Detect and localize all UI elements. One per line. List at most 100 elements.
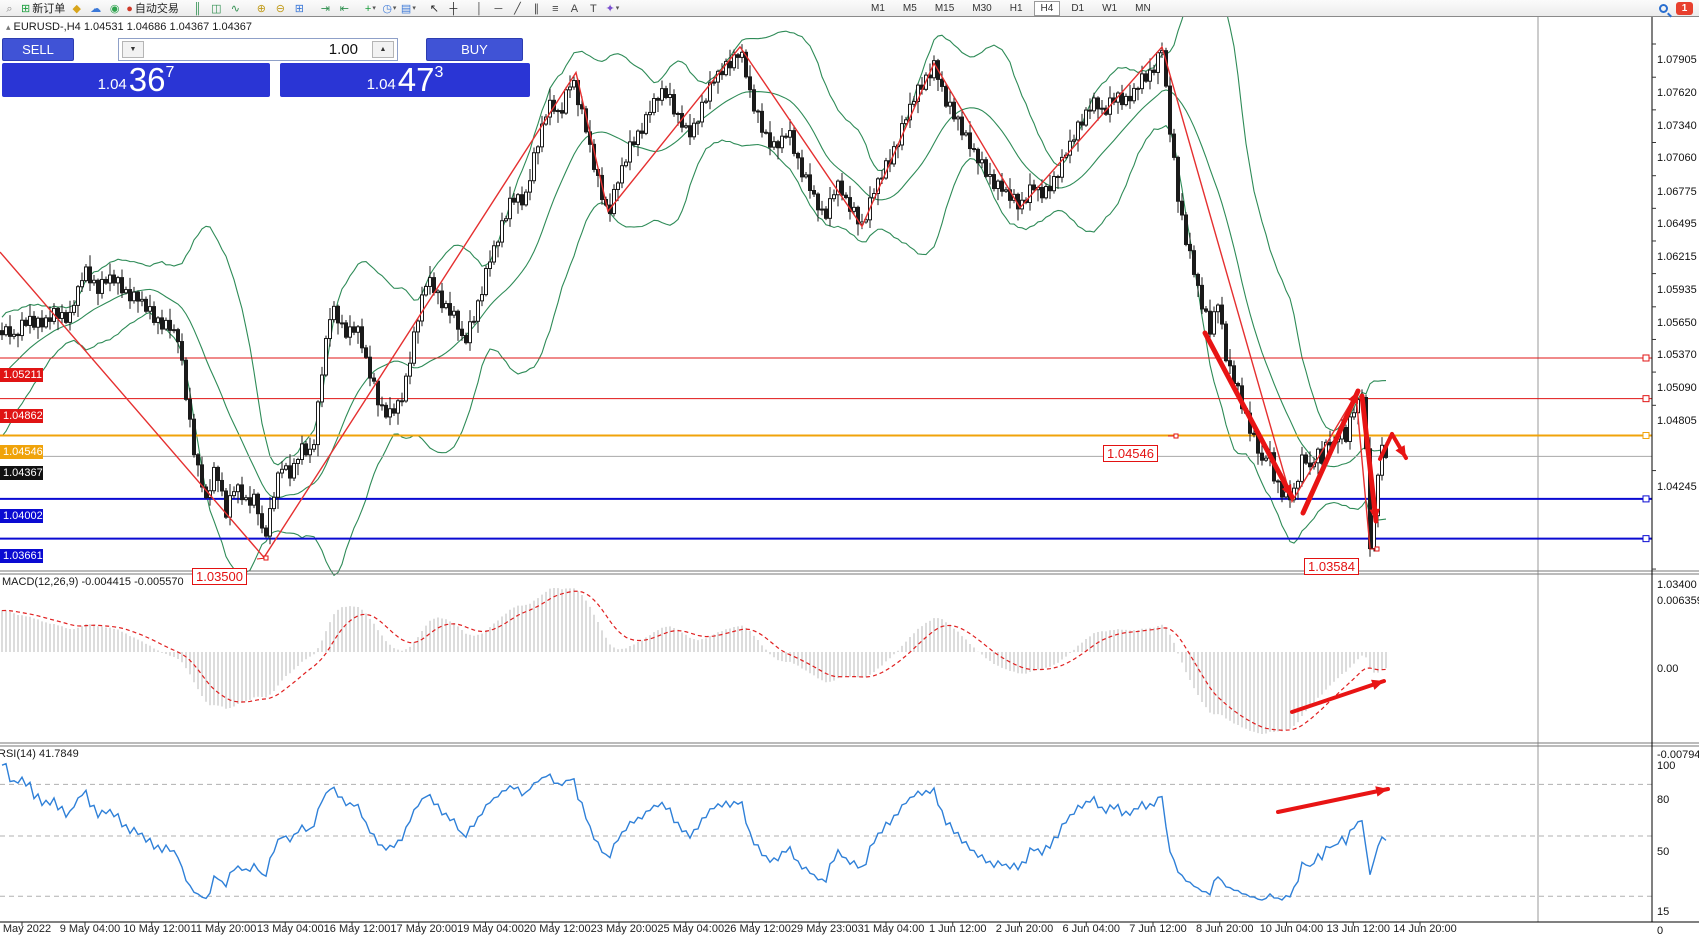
buy-button[interactable]: BUY [426,38,523,61]
timeframe-mn[interactable]: MN [1128,1,1158,16]
toolbar: ⌕⊞新订单◆☁◉●自动交易║◫∿⊕⊖⊞⇥⇤+▾◷▾▤▾↖┼│─╱∥≡AT✦▾ M… [0,0,1699,17]
auto-scroll-icon[interactable]: ⇥ [316,2,335,17]
clipped-left-icon[interactable]: ⌕ [0,2,19,17]
toolbar-utilities: 1 [1659,1,1693,16]
rsi-indicator-label: RSI(14) 41.7849 [0,748,79,760]
vertical-line-icon[interactable]: │ [470,2,489,17]
time-axis-label: 14 Jun 20:00 [1387,923,1463,935]
fibonacci-icon: ≡ [552,2,558,16]
volume-decrease-button[interactable]: ▼ [122,41,144,58]
upload-chart-icon[interactable]: ☁ [86,2,105,17]
sell-button[interactable]: SELL [2,38,74,61]
autotrading-button-label: 自动交易 [135,2,179,16]
templates-icon-dropdown[interactable]: ▾ [412,2,416,16]
tile-windows-icon[interactable]: ⊞ [290,2,309,17]
volume-value[interactable]: 1.00 [144,41,372,58]
callout-leaders [257,434,1379,560]
price-callout-label[interactable]: 1.03584 [1304,558,1359,575]
autotrading-button[interactable]: ●自动交易 [124,2,181,17]
zigzag-trendlines[interactable] [0,47,1370,557]
price-tick-label: 1.05370 [1657,349,1697,361]
search-icon[interactable] [1659,4,1668,13]
signals-icon[interactable]: ◉ [105,2,124,17]
candlestick-chart-type-icon[interactable]: ◫ [207,2,226,17]
time-axis-label: 13 May 04:00 [252,923,328,935]
bar-chart-type-icon[interactable]: ║ [188,2,207,17]
timeframe-m30[interactable]: M30 [965,1,998,16]
timeframe-d1[interactable]: D1 [1064,1,1091,16]
rsi-axis-label: 50 [1657,846,1669,858]
buy-price-pips: 47 [398,65,435,95]
time-axis-label: 7 Jun 12:00 [1120,923,1196,935]
pane-borders [0,17,1699,926]
candles-layer [1,42,1388,556]
price-tick-label: 1.07620 [1657,87,1697,99]
market-watch-icon[interactable]: ◆ [67,2,86,17]
annotation-arrows[interactable] [1205,333,1406,521]
trendline-icon[interactable]: ╱ [508,2,527,17]
time-axis-label: 20 May 12:00 [519,923,595,935]
time-axis-label: 29 May 23:00 [786,923,862,935]
chart-canvas [0,17,1699,932]
one-click-trading-panel: SELL ▼ 1.00 ▲ BUY 1.04 36 7 1.04 47 3 [0,36,535,100]
new-order-button[interactable]: ⊞新订单 [19,2,67,17]
label-icon[interactable]: T [584,2,603,17]
timeframe-h1[interactable]: H1 [1003,1,1030,16]
shapes-icon[interactable]: ✦▾ [603,2,622,17]
rsi-arrow[interactable] [1278,786,1388,812]
price-tick-label: 1.06775 [1657,186,1697,198]
line-chart-type-icon[interactable]: ∿ [226,2,245,17]
timeframe-m1[interactable]: M1 [864,1,892,16]
buy-price-display[interactable]: 1.04 47 3 [280,63,530,97]
timeframe-m5[interactable]: M5 [896,1,924,16]
timeframe-w1[interactable]: W1 [1095,1,1124,16]
time-axis-label: 8 Jun 20:00 [1187,923,1263,935]
price-callout-label[interactable]: 1.03500 [192,568,247,585]
market-watch-icon: ◆ [72,2,80,16]
chart-shift-icon[interactable]: ⇤ [335,2,354,17]
periods-icon[interactable]: ◷▾ [380,2,399,17]
timeframe-h4[interactable]: H4 [1034,1,1061,16]
label-icon: T [590,2,597,16]
price-tick-label: 1.07060 [1657,152,1697,164]
time-axis-label: 10 Jun 04:00 [1254,923,1330,935]
templates-icon: ▤ [401,2,411,16]
indicators-icon-dropdown[interactable]: ▾ [372,2,376,16]
clipped-left-icon: ⌕ [6,2,12,16]
bar-chart-type-icon: ║ [193,2,201,16]
sell-price-prefix: 1.04 [98,76,127,93]
sell-price-display[interactable]: 1.04 36 7 [2,63,270,97]
buy-price-point: 3 [435,64,444,82]
volume-field[interactable]: ▼ 1.00 ▲ [118,38,398,61]
fibonacci-icon[interactable]: ≡ [546,2,565,17]
shapes-icon-dropdown[interactable]: ▾ [616,2,620,16]
periods-icon-dropdown[interactable]: ▾ [393,2,397,16]
cursor-icon: ↖ [430,2,439,16]
text-icon[interactable]: A [565,2,584,17]
horizontal-line-icon[interactable]: ─ [489,2,508,17]
time-axis-label: 13 Jun 12:00 [1320,923,1396,935]
notification-badge[interactable]: 1 [1676,2,1693,15]
buy-price-prefix: 1.04 [367,76,396,93]
zoom-out-icon[interactable]: ⊖ [271,2,290,17]
line-chart-type-icon: ∿ [231,2,240,16]
templates-icon[interactable]: ▤▾ [399,2,418,17]
macd-indicator-label: MACD(12,26,9) -0.004415 -0.005570 [2,576,184,588]
indicators-icon[interactable]: +▾ [361,2,380,17]
timeframe-m15[interactable]: M15 [928,1,961,16]
cursor-icon[interactable]: ↖ [425,2,444,17]
zoom-in-icon[interactable]: ⊕ [252,2,271,17]
channel-icon[interactable]: ∥ [527,2,546,17]
crosshair-icon[interactable]: ┼ [444,2,463,17]
new-order-button-label: 新订单 [32,2,65,16]
trendline-icon: ╱ [514,2,521,16]
time-axis-label: 23 May 20:00 [586,923,662,935]
shapes-icon: ✦ [606,2,615,16]
text-icon: A [571,2,578,16]
channel-icon: ∥ [534,2,540,16]
volume-increase-button[interactable]: ▲ [372,41,394,58]
price-callout-label[interactable]: 1.04546 [1103,445,1158,462]
price-tick-label: 1.06495 [1657,218,1697,230]
price-tick-label: 1.05650 [1657,317,1697,329]
time-axis-label: 1 Jun 12:00 [920,923,996,935]
